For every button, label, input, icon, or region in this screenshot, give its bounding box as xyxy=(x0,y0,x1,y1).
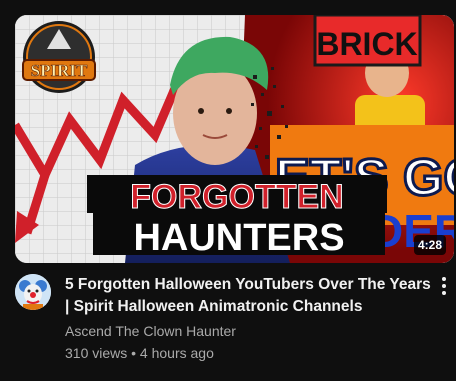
video-card[interactable]: BRICK ET'S GO DER xyxy=(0,0,456,381)
duration-badge: 4:28 xyxy=(413,235,446,255)
thumbnail-artwork: BRICK ET'S GO DER xyxy=(15,15,454,263)
headline-forgotten: FORGOTTEN xyxy=(130,178,343,216)
video-title[interactable]: 5 Forgotten Halloween YouTubers Over The… xyxy=(65,274,435,318)
video-thumbnail[interactable]: BRICK ET'S GO DER xyxy=(15,15,454,263)
channel-name[interactable]: Ascend The Clown Haunter xyxy=(65,321,236,341)
clown-avatar-icon xyxy=(15,274,51,310)
svg-text:BRICK: BRICK xyxy=(316,26,417,62)
channel-avatar[interactable] xyxy=(15,274,51,310)
more-vert-icon[interactable] xyxy=(434,274,454,298)
headline-haunters: HAUNTERS xyxy=(133,217,344,259)
spirit-logo: SPIRIT xyxy=(22,21,96,93)
svg-text:SPIRIT: SPIRIT xyxy=(31,61,88,80)
video-meta: 5 Forgotten Halloween YouTubers Over The… xyxy=(15,274,454,374)
video-stats: 310 views • 4 hours ago xyxy=(65,345,214,361)
